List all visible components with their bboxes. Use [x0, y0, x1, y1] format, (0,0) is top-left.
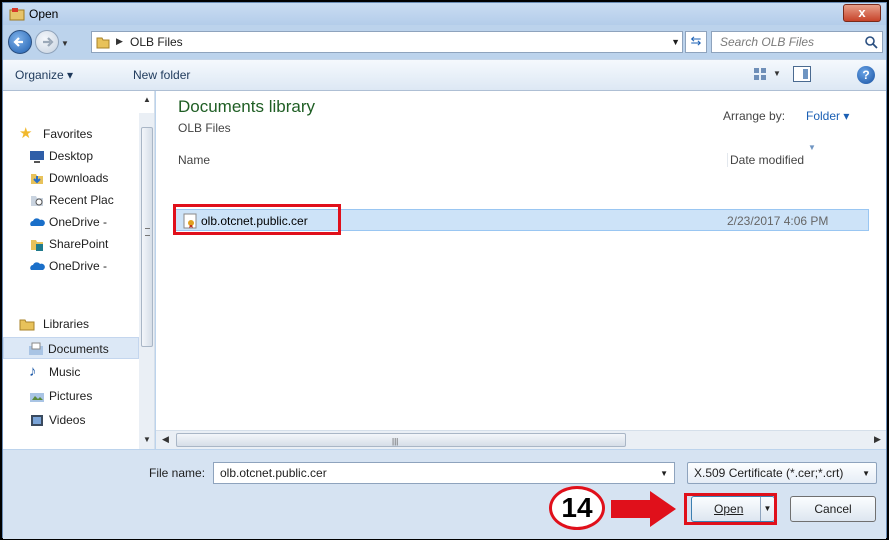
onedrive-icon: [30, 262, 45, 270]
file-type-dropdown-icon[interactable]: ▼: [862, 469, 870, 478]
address-row: ▼ ▶ OLB Files ▼ ⇆ Search OLB Files: [3, 25, 886, 59]
step-number-badge: 14: [549, 486, 605, 530]
documents-icon: [29, 342, 43, 355]
sidebar-item-label: Pictures: [49, 389, 93, 403]
file-name-label: File name:: [149, 466, 206, 480]
cancel-button[interactable]: Cancel: [790, 496, 876, 522]
sidebar-item-label: Favorites: [43, 127, 93, 141]
sidebar-item-favorites[interactable]: ★ Favorites: [3, 123, 139, 145]
scroll-grip: [145, 228, 150, 236]
column-header-date[interactable]: Date modified: [727, 153, 804, 167]
refresh-icon: ⇆: [690, 33, 702, 48]
folder-icon: [96, 37, 110, 49]
sidebar-item-videos[interactable]: Videos: [3, 409, 139, 431]
recent-places-icon: [31, 196, 43, 206]
sidebar-item-onedrive-2[interactable]: OneDrive -: [3, 255, 139, 277]
videos-icon: [31, 415, 43, 426]
file-list-pane: Documents library OLB Files Arrange by: …: [156, 91, 886, 449]
star-icon: ★: [19, 125, 33, 142]
horizontal-scroll-thumb[interactable]: |||: [176, 433, 626, 447]
sidebar-item-label: Recent Plac: [49, 193, 114, 207]
onedrive-icon: [30, 218, 45, 226]
library-subtitle: OLB Files: [178, 121, 231, 135]
sidebar-scroll-thumb[interactable]: [141, 127, 153, 347]
sidebar-item-desktop[interactable]: Desktop: [3, 145, 139, 167]
help-icon[interactable]: ?: [857, 66, 875, 84]
scroll-right-icon[interactable]: ▶: [874, 434, 881, 445]
sidebar-item-recent-places[interactable]: Recent Plac: [3, 189, 139, 211]
forward-button[interactable]: [35, 30, 59, 54]
pictures-icon: [30, 393, 44, 402]
title-bar: Open x: [3, 3, 886, 25]
file-name-field[interactable]: olb.otcnet.public.cer ▼: [213, 462, 675, 484]
file-name-dropdown-icon[interactable]: ▼: [660, 469, 668, 478]
pointer-arrow-icon: [611, 500, 651, 518]
file-list-hscrollbar[interactable]: ◀ ||| ▶: [156, 430, 886, 449]
file-type-filter[interactable]: X.509 Certificate (*.cer;*.crt) ▼: [687, 462, 877, 484]
sidebar-item-label: Videos: [49, 413, 86, 427]
sidebar-item-music[interactable]: ♪ Music: [3, 361, 139, 383]
forward-arrow-icon: [43, 37, 54, 47]
file-date: 2/23/2017 4:06 PM: [727, 214, 829, 228]
search-input[interactable]: Search OLB Files: [720, 35, 814, 49]
arrange-by-label: Arrange by:: [723, 109, 786, 123]
refresh-button[interactable]: ⇆: [685, 31, 707, 53]
desktop-icon: [30, 151, 44, 163]
open-button-highlight: [684, 493, 777, 525]
libraries-icon: [19, 319, 35, 331]
navigation-pane: ★ Favorites Desktop Downloads Recent Pla…: [3, 91, 155, 449]
open-dialog: Open x ▼ ▶ OLB Files ▼ ⇆ Search OLB File…: [2, 2, 887, 539]
view-dropdown-icon[interactable]: ▼: [773, 69, 781, 78]
sidebar-item-label: Documents: [48, 342, 109, 356]
command-toolbar: Organize ▾ New folder ▼ ?: [3, 59, 886, 91]
library-title: Documents library: [178, 97, 315, 116]
sidebar-item-label: Downloads: [49, 171, 109, 185]
new-folder-button[interactable]: New folder: [133, 68, 190, 82]
back-button[interactable]: [8, 30, 32, 54]
file-highlight-box: [173, 204, 341, 235]
file-name-value[interactable]: olb.otcnet.public.cer: [220, 466, 327, 480]
preview-pane-button[interactable]: [793, 66, 811, 82]
scroll-up-icon[interactable]: ▲: [143, 95, 151, 104]
history-dropdown-icon[interactable]: ▼: [61, 39, 69, 48]
breadcrumb-olb-files[interactable]: OLB Files: [130, 35, 183, 49]
sidebar-item-onedrive-1[interactable]: OneDrive -: [3, 211, 139, 233]
sidebar-item-pictures[interactable]: Pictures: [3, 385, 139, 407]
app-icon: [9, 8, 25, 21]
pointer-arrowhead: [650, 491, 676, 527]
scroll-grip: |||: [392, 437, 399, 446]
file-type-value: X.509 Certificate (*.cer;*.crt): [694, 466, 844, 480]
sharepoint-icon: [31, 240, 43, 251]
arrange-by-dropdown[interactable]: Folder ▾: [806, 109, 849, 123]
sidebar-item-label: Libraries: [43, 317, 90, 331]
close-button[interactable]: x: [843, 4, 881, 22]
sidebar-item-documents[interactable]: Documents: [3, 337, 139, 359]
scroll-down-icon[interactable]: ▼: [143, 435, 151, 444]
column-header-name[interactable]: Name: [178, 153, 210, 167]
sidebar-item-downloads[interactable]: Downloads: [3, 167, 139, 189]
scroll-left-icon[interactable]: ◀: [162, 434, 169, 445]
sidebar-scrollbar[interactable]: ▲ ▼: [139, 95, 154, 449]
sidebar-item-label: Desktop: [49, 149, 94, 163]
organize-button[interactable]: Organize ▾: [15, 68, 73, 82]
music-icon: ♪: [29, 363, 37, 380]
sidebar-item-libraries[interactable]: Libraries: [3, 313, 139, 335]
back-arrow-icon: [13, 37, 23, 47]
sort-indicator-icon: ▼: [808, 143, 816, 152]
downloads-icon: [31, 174, 43, 184]
sidebar-item-label: OneDrive -: [49, 215, 108, 229]
address-dropdown-icon[interactable]: ▼: [671, 37, 680, 47]
sidebar-item-label: SharePoint: [49, 237, 109, 251]
search-box[interactable]: Search OLB Files: [711, 31, 883, 53]
sidebar-item-label: Music: [49, 365, 81, 379]
change-view-icon[interactable]: [753, 67, 767, 81]
breadcrumb-chevron-icon[interactable]: ▶: [116, 36, 123, 47]
sidebar-item-sharepoint[interactable]: SharePoint: [3, 233, 139, 255]
search-icon[interactable]: [864, 35, 878, 49]
address-bar[interactable]: ▶ OLB Files ▼: [91, 31, 683, 53]
dialog-title: Open: [29, 7, 59, 21]
sidebar-item-label: OneDrive -: [49, 259, 108, 273]
